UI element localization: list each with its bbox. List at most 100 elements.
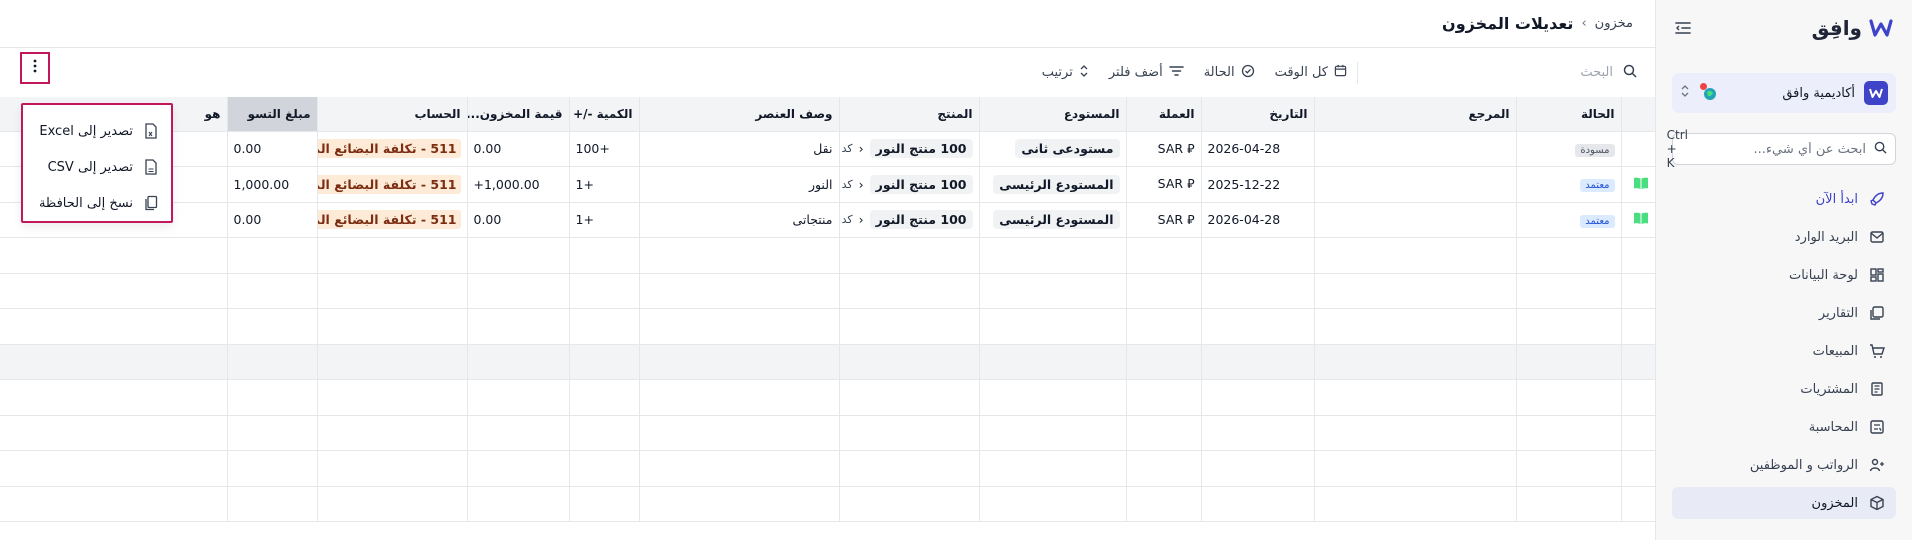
more-options-button[interactable]	[20, 52, 50, 84]
sidebar-item-inbox[interactable]: البريد الوارد	[1672, 221, 1896, 253]
app-root: وافِق أكاديمية وافق Ctrl + K	[0, 0, 1912, 540]
warehouse-cell: المستودع الرئيسى	[978, 166, 1126, 203]
column-header-product[interactable]: المنتج	[838, 97, 979, 132]
account-chip: 511 - تكلفة البضائع المبا	[318, 210, 461, 230]
account-cell: 511 - تكلفة البضائع المبا	[316, 131, 467, 167]
product-cell[interactable]: 100 منتج النور ‹ كد	[838, 202, 979, 238]
empty-row	[0, 308, 1655, 345]
sidebar-item-sales[interactable]: المبيعات	[1672, 335, 1896, 367]
table-search[interactable]	[1357, 61, 1637, 84]
empty-row	[0, 450, 1655, 487]
copy-clipboard-menu-item[interactable]: نسخ إلى الحافظة	[23, 185, 171, 221]
riyal-icon: ⃁	[1187, 211, 1195, 227]
column-header-currency[interactable]: العملة	[1125, 97, 1201, 132]
dashboard-icon	[1868, 266, 1886, 284]
product-cell[interactable]: 100 منتج النور ‹ كد	[838, 131, 979, 167]
product-cell[interactable]: 100 منتج النور ‹ كد	[838, 166, 979, 203]
column-header-stock-value[interactable]: قيمة المخزون...	[466, 97, 569, 132]
sort-label: ترتيب	[1041, 65, 1073, 80]
page-title: تعديلات المخزون	[1442, 14, 1574, 33]
logo[interactable]: وافِق	[1812, 16, 1894, 40]
empty-row	[0, 415, 1655, 451]
global-search-input[interactable]	[1696, 141, 1866, 157]
export-excel-menu-item[interactable]: تصدير إلى Excel	[23, 113, 171, 149]
empty-row	[0, 379, 1655, 416]
sidebar-item-dashboard[interactable]: لوحة البيانات	[1672, 259, 1896, 291]
table-search-input[interactable]	[1413, 65, 1613, 80]
column-header-reference[interactable]: المرجع	[1313, 97, 1516, 132]
riyal-icon: ⃁	[1187, 140, 1195, 156]
check-circle-icon	[1241, 64, 1255, 82]
warehouse-cell: المستودع الرئيسى	[978, 202, 1126, 238]
amount-cell: 0.00	[226, 202, 317, 238]
row-book-cell[interactable]	[1620, 202, 1655, 238]
row-book-cell[interactable]	[1620, 166, 1655, 203]
riyal-icon: ⃁	[1187, 176, 1195, 192]
sidebar-item-payroll[interactable]: الرواتب و الموظفين	[1672, 449, 1896, 481]
reports-icon	[1868, 304, 1886, 322]
status-badge: معتمد	[1580, 214, 1615, 228]
status-cell: معتمد	[1515, 166, 1621, 203]
breadcrumb-separator: ›	[1581, 16, 1587, 31]
currency-cell: ⃁ SAR	[1125, 131, 1201, 167]
org-extension-icon[interactable]	[1699, 82, 1721, 104]
status-filter-button[interactable]: الحالة	[1194, 59, 1265, 87]
chevron-left-icon: ‹	[858, 141, 864, 157]
book-icon[interactable]	[1633, 212, 1649, 228]
product-chip: 100 منتج النور	[869, 174, 973, 194]
sidebar-item-get-started[interactable]: ابدأ الآن	[1672, 183, 1896, 215]
sidebar-collapse-icon[interactable]	[1672, 17, 1694, 39]
column-header-date[interactable]: التاريخ	[1200, 97, 1314, 132]
org-switcher[interactable]: أكاديمية وافق	[1672, 73, 1896, 113]
sidebar-item-label: المخزون	[1811, 495, 1858, 511]
column-header-quantity[interactable]: الكمية -/+	[568, 97, 639, 132]
sidebar: وافِق أكاديمية وافق Ctrl + K	[1655, 0, 1912, 540]
product-code: كد	[841, 177, 853, 191]
stock-value-cell: +1,000.00	[466, 166, 569, 203]
date-cell: 2026-04-28	[1200, 202, 1314, 238]
account-chip: 511 - تكلفة البضائع المبا	[318, 174, 461, 194]
sidebar-item-purchases[interactable]: المشتريات	[1672, 373, 1896, 405]
global-search[interactable]: Ctrl + K	[1667, 128, 1896, 170]
org-logo-icon	[1864, 81, 1888, 105]
column-header[interactable]	[1620, 97, 1655, 132]
org-name: أكاديمية وافق	[1782, 85, 1855, 101]
table-row[interactable]: مسودة 2026-04-28 ⃁ SAR مستودعى ثانى 100 …	[0, 131, 1655, 167]
clipboard-icon	[143, 195, 159, 211]
currency-code: SAR	[1157, 140, 1184, 156]
sort-button[interactable]: ترتيب	[1032, 59, 1099, 87]
status-badge: مسودة	[1575, 143, 1615, 157]
add-filter-button[interactable]: أضف فلتر	[1099, 59, 1194, 87]
reference-cell	[1313, 131, 1516, 167]
warehouse-chip: المستودع الرئيسى	[993, 210, 1120, 230]
empty-row	[0, 237, 1655, 274]
inbox-icon	[1868, 228, 1886, 246]
account-chip: 511 - تكلفة البضائع المبا	[318, 139, 461, 159]
sidebar-item-inventory[interactable]: المخزون	[1672, 487, 1896, 519]
quantity-cell: 1+	[568, 166, 639, 203]
date-cell: 2026-04-28	[1200, 131, 1314, 167]
table-row[interactable]: معتمد 2025-12-22 ⃁ SAR المستودع الرئيسى …	[0, 166, 1655, 203]
breadcrumb-parent[interactable]: مخزون	[1595, 16, 1633, 31]
currency-cell: ⃁ SAR	[1125, 166, 1201, 203]
table-row[interactable]: معتمد 2026-04-28 ⃁ SAR المستودع الرئيسى …	[0, 202, 1655, 238]
sidebar-item-label: التقارير	[1818, 305, 1858, 321]
account-cell: 511 - تكلفة البضائع المبا	[316, 202, 467, 238]
sidebar-item-reports[interactable]: التقارير	[1672, 297, 1896, 329]
sidebar-item-label: البريد الوارد	[1794, 229, 1858, 245]
product-code: كد	[841, 213, 853, 227]
column-header-status[interactable]: الحالة	[1515, 97, 1621, 132]
column-header-adjustment-amount[interactable]: مبلغ التسو	[226, 97, 317, 132]
column-header-account[interactable]: الحساب	[316, 97, 467, 132]
people-icon	[1868, 456, 1886, 474]
sidebar-item-accounting[interactable]: المحاسبة	[1672, 411, 1896, 443]
book-icon[interactable]	[1633, 177, 1649, 193]
time-filter-button[interactable]: كل الوقت	[1265, 59, 1357, 87]
column-header-item-description[interactable]: وصف العنصر	[638, 97, 839, 132]
export-csv-menu-item[interactable]: تصدير إلى CSV	[23, 149, 171, 185]
sidebar-item-label: المحاسبة	[1808, 419, 1858, 435]
logo-text: وافِق	[1811, 16, 1862, 40]
chevron-updown-icon[interactable]	[1680, 84, 1690, 102]
column-header-warehouse[interactable]: المستودع	[978, 97, 1126, 132]
stock-value-cell: 0.00	[466, 202, 569, 238]
